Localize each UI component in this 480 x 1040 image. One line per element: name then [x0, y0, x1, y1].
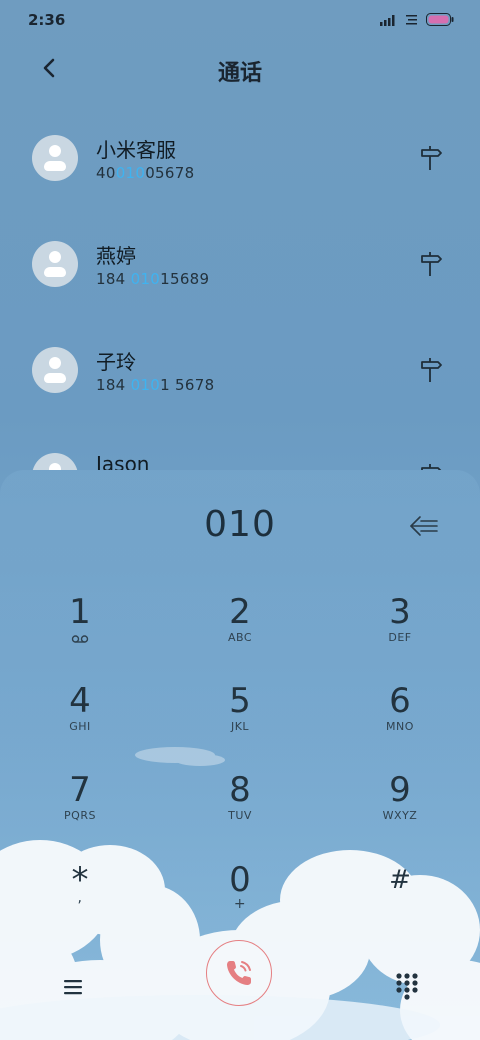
- key-letters: DEF: [388, 631, 412, 644]
- signpost-icon[interactable]: [418, 462, 444, 470]
- dialpad-actions: [0, 940, 480, 1030]
- page-title: 通话: [217, 61, 262, 86]
- contact-number: 4001005678: [96, 164, 195, 182]
- key-digit: 7: [69, 770, 91, 810]
- dialpad-panel: 010 1 2 ABC 3 DEF 4 GHI 5 JKL 6 MNO 7 PQ: [0, 470, 480, 1040]
- key-digit: 3: [389, 592, 411, 632]
- contact-name: 子玲: [96, 350, 136, 374]
- status-bar: 2:36: [0, 0, 480, 40]
- signpost-icon[interactable]: [418, 144, 444, 172]
- call-button[interactable]: [206, 940, 272, 1006]
- avatar: [32, 135, 78, 181]
- dialpad-icon[interactable]: [394, 972, 420, 1002]
- key-letters: PQRS: [64, 809, 96, 822]
- contact-name: 燕婷: [96, 244, 136, 268]
- key-letters: ABC: [227, 631, 253, 644]
- key-3[interactable]: 3 DEF: [340, 592, 460, 672]
- contact-row[interactable]: 燕婷 184 01015689: [0, 210, 480, 310]
- contact-list: 小米客服 4001005678 燕婷 184 01015689 子玲 184 0…: [0, 104, 480, 470]
- key-letters: ,: [77, 890, 83, 906]
- key-letters: WXYZ: [382, 809, 418, 822]
- key-letters: TUV: [228, 809, 252, 822]
- avatar: [32, 241, 78, 287]
- contact-row[interactable]: Jason: [0, 422, 480, 470]
- key-7[interactable]: 7 PQRS: [20, 770, 140, 850]
- avatar: [32, 347, 78, 393]
- avatar: [32, 453, 78, 470]
- contact-name: 小米客服: [96, 138, 176, 162]
- key-6[interactable]: 6 MNO: [340, 681, 460, 761]
- key-digit: 5: [229, 681, 251, 721]
- key-9[interactable]: 9 WXYZ: [340, 770, 460, 850]
- key-digit: 4: [69, 681, 91, 721]
- contact-row[interactable]: 子玲 184 0101 5678: [0, 316, 480, 416]
- backspace-icon[interactable]: [407, 514, 441, 538]
- contact-name: Jason: [96, 452, 150, 470]
- key-letters: MNO: [386, 720, 414, 733]
- key-letters: JKL: [230, 720, 250, 733]
- signpost-icon[interactable]: [418, 356, 444, 384]
- key-digit: #: [389, 865, 411, 895]
- contact-row[interactable]: 小米客服 4001005678: [0, 104, 480, 204]
- key-digit: 6: [389, 681, 411, 721]
- key-0[interactable]: 0 +: [180, 860, 300, 940]
- key-letters: GHI: [69, 720, 91, 733]
- key-2[interactable]: 2 ABC: [180, 592, 300, 672]
- signpost-icon[interactable]: [418, 250, 444, 278]
- key-5[interactable]: 5 JKL: [180, 681, 300, 761]
- key-1[interactable]: 1: [20, 592, 140, 672]
- phone-icon: [227, 961, 251, 985]
- contact-number: 184 01015689: [96, 270, 210, 288]
- key-letters: +: [233, 896, 247, 912]
- key-digit: 1: [69, 592, 91, 632]
- key-4[interactable]: 4 GHI: [20, 681, 140, 761]
- key-digit: 9: [389, 770, 411, 810]
- key-hash[interactable]: #: [340, 860, 460, 940]
- header: 通话: [0, 40, 480, 100]
- voicemail-icon: [71, 635, 89, 643]
- key-digit: 8: [229, 770, 251, 810]
- key-8[interactable]: 8 TUV: [180, 770, 300, 850]
- battery-icon: [426, 13, 454, 26]
- key-digit: 2: [229, 592, 251, 632]
- status-icons: [380, 13, 454, 26]
- signal-icon: [380, 14, 395, 26]
- contact-number: 184 0101 5678: [96, 376, 215, 394]
- key-digit: 0: [229, 860, 251, 900]
- notification-icon: [406, 14, 417, 24]
- status-time: 2:36: [28, 11, 66, 29]
- menu-icon[interactable]: [60, 974, 86, 1000]
- key-star[interactable]: * ,: [20, 860, 140, 940]
